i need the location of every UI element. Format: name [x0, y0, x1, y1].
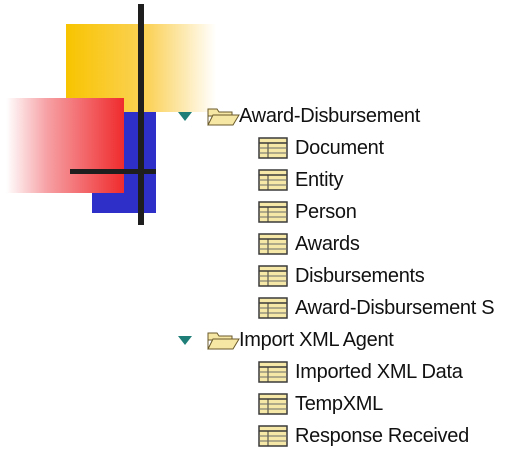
tree-item-document[interactable]: Document: [258, 133, 384, 163]
table-icon: [258, 265, 288, 287]
table-icon: [258, 169, 288, 191]
tree-item-entity[interactable]: Entity: [258, 165, 344, 195]
decorative-vertical-line: [138, 4, 144, 225]
table-icon: [258, 201, 288, 223]
decorative-horizontal-line: [70, 169, 156, 174]
table-icon: [258, 233, 288, 255]
expand-arrow-icon[interactable]: [176, 101, 194, 131]
expand-arrow-icon[interactable]: [176, 325, 194, 355]
tree-item-label: Person: [295, 201, 357, 223]
tree-folder-label: Award-Disbursement: [239, 105, 420, 127]
tree-item-label: Imported XML Data: [295, 361, 463, 383]
open-folder-icon: [207, 108, 240, 126]
slide-canvas: Award-Disbursement Document Entity Perso…: [0, 0, 510, 451]
tree-folder-award-disbursement[interactable]: Award-Disbursement: [176, 101, 420, 131]
tree-item-label: Disbursements: [295, 265, 425, 287]
tree-item-label: Document: [295, 137, 384, 159]
tree-item-response-received[interactable]: Response Received: [258, 421, 469, 451]
tree-item-label: Entity: [295, 169, 344, 191]
tree-item-awards[interactable]: Awards: [258, 229, 360, 259]
tree-item-person[interactable]: Person: [258, 197, 357, 227]
tree-item-label: Response Received: [295, 425, 469, 447]
tree-item-label: Award-Disbursement S: [295, 297, 495, 319]
tree-item-disbursements[interactable]: Disbursements: [258, 261, 425, 291]
open-folder-icon: [207, 332, 240, 350]
table-icon: [258, 361, 288, 383]
table-icon: [258, 297, 288, 319]
table-icon: [258, 393, 288, 415]
decorative-red-square: [6, 98, 124, 193]
tree-item-label: Awards: [295, 233, 360, 255]
tree-folder-label: Import XML Agent: [239, 329, 394, 351]
table-icon: [258, 425, 288, 447]
tree-item-tempxml[interactable]: TempXML: [258, 389, 383, 419]
table-icon: [258, 137, 288, 159]
tree-folder-import-xml-agent[interactable]: Import XML Agent: [176, 325, 394, 355]
tree-item-award-disbursement-s[interactable]: Award-Disbursement S: [258, 293, 495, 323]
tree-item-imported-xml-data[interactable]: Imported XML Data: [258, 357, 463, 387]
tree-item-label: TempXML: [295, 393, 383, 415]
